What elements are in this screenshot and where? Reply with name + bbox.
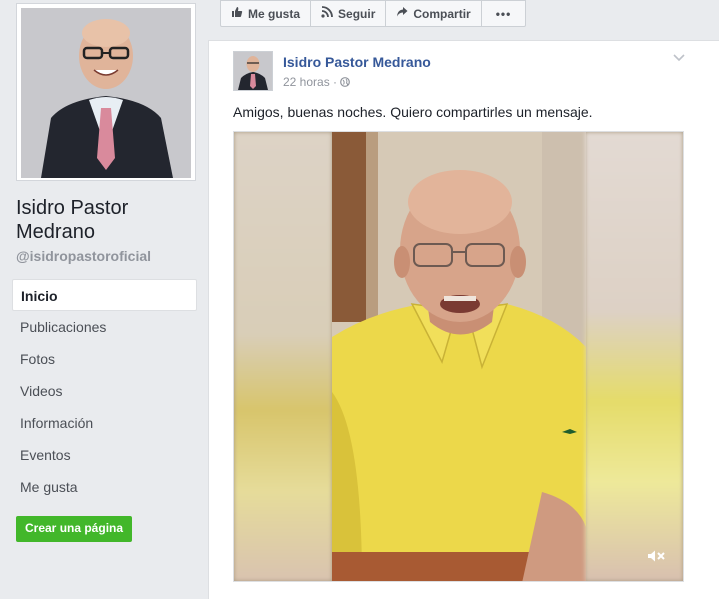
page-handle: @isidropastoroficial — [16, 248, 152, 264]
thumbs-up-icon — [231, 6, 243, 21]
more-icon: ••• — [495, 6, 512, 21]
create-page-button[interactable]: Crear una página — [16, 516, 133, 542]
nav-item-videos[interactable]: Videos — [12, 375, 197, 407]
post-card: Isidro Pastor Medrano 22 horas · Amigos,… — [208, 40, 719, 599]
left-column: Isidro Pastor Medrano @isidropastorofici… — [0, 0, 208, 599]
nav-item-informacion[interactable]: Información — [12, 407, 197, 439]
muted-speaker-icon[interactable] — [647, 549, 667, 563]
post-author-name[interactable]: Isidro Pastor Medrano — [283, 54, 431, 70]
post-text: Amigos, buenas noches. Quiero compartirl… — [233, 104, 593, 120]
more-options-button[interactable]: ••• — [480, 0, 527, 27]
post-meta: 22 horas · — [283, 75, 351, 89]
post-timestamp[interactable]: 22 horas — [283, 75, 330, 89]
like-page-label: Me gusta — [248, 6, 301, 21]
nav-item-inicio[interactable]: Inicio — [12, 279, 197, 311]
rss-icon — [321, 6, 333, 21]
video-blur-left — [234, 132, 332, 581]
profile-photo-illustration — [21, 8, 191, 178]
nav-item-publicaciones[interactable]: Publicaciones — [12, 311, 197, 343]
nav-item-eventos[interactable]: Eventos — [12, 439, 197, 471]
follow-button[interactable]: Seguir — [310, 0, 387, 27]
page-nav: Inicio Publicaciones Fotos Videos Inform… — [12, 279, 197, 503]
follow-label: Seguir — [338, 6, 376, 21]
post-author-avatar[interactable] — [233, 51, 273, 91]
share-arrow-icon — [396, 6, 408, 21]
video-still — [332, 132, 586, 581]
post-options-chevron-icon[interactable] — [673, 51, 685, 65]
page-name[interactable]: Isidro Pastor Medrano — [16, 196, 196, 244]
nav-item-me-gusta[interactable]: Me gusta — [12, 471, 197, 503]
like-page-button[interactable]: Me gusta — [220, 0, 312, 27]
profile-picture[interactable] — [21, 8, 191, 178]
video-frame — [332, 132, 586, 581]
globe-icon — [340, 75, 351, 89]
nav-item-fotos[interactable]: Fotos — [12, 343, 197, 375]
share-button[interactable]: Compartir — [385, 0, 482, 27]
share-label: Compartir — [413, 6, 471, 21]
avatar-illustration — [234, 52, 272, 90]
post-video[interactable] — [233, 131, 684, 582]
meta-separator: · — [333, 75, 338, 89]
profile-picture-frame[interactable] — [16, 3, 196, 181]
video-blur-right — [585, 132, 683, 581]
page-action-bar: Me gusta Seguir Compartir ••• — [220, 0, 527, 28]
